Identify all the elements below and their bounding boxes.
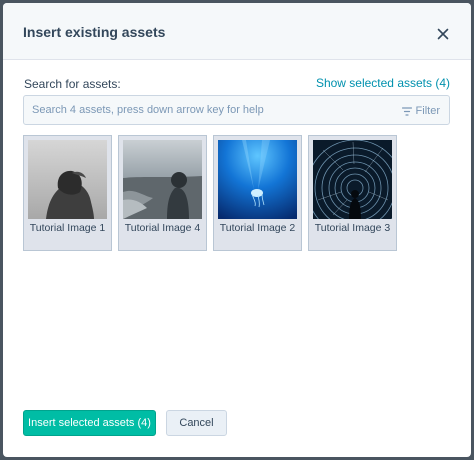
cancel-button[interactable]: Cancel [166,410,227,436]
asset-thumbnail [123,140,202,219]
asset-name: Tutorial Image 4 [124,222,201,234]
asset-thumbnail [28,140,107,219]
asset-name: Tutorial Image 3 [314,222,391,234]
insert-selected-assets-button[interactable]: Insert selected assets (4) [23,410,156,436]
filter-label: Filter [415,105,440,117]
modal-title: Insert existing assets [23,24,166,40]
asset-thumbnail [218,140,297,219]
asset-thumbnail [313,140,392,219]
close-icon[interactable] [434,25,452,43]
asset-card[interactable]: Tutorial Image 3 [308,135,397,251]
search-box: Filter [23,95,450,125]
asset-card[interactable]: Tutorial Image 2 [213,135,302,251]
search-input[interactable] [32,96,402,124]
show-selected-link[interactable]: Show selected assets (4) [316,76,450,90]
filter-icon [401,106,412,116]
asset-name: Tutorial Image 2 [219,222,296,234]
asset-name: Tutorial Image 1 [29,222,106,234]
asset-card[interactable]: Tutorial Image 1 [23,135,112,251]
modal-header: Insert existing assets [3,3,471,60]
insert-assets-modal: Insert existing assets Search for assets… [3,3,471,457]
filter-button[interactable]: Filter [401,104,440,118]
asset-card[interactable]: Tutorial Image 4 [118,135,207,251]
search-label: Search for assets: [24,77,121,91]
